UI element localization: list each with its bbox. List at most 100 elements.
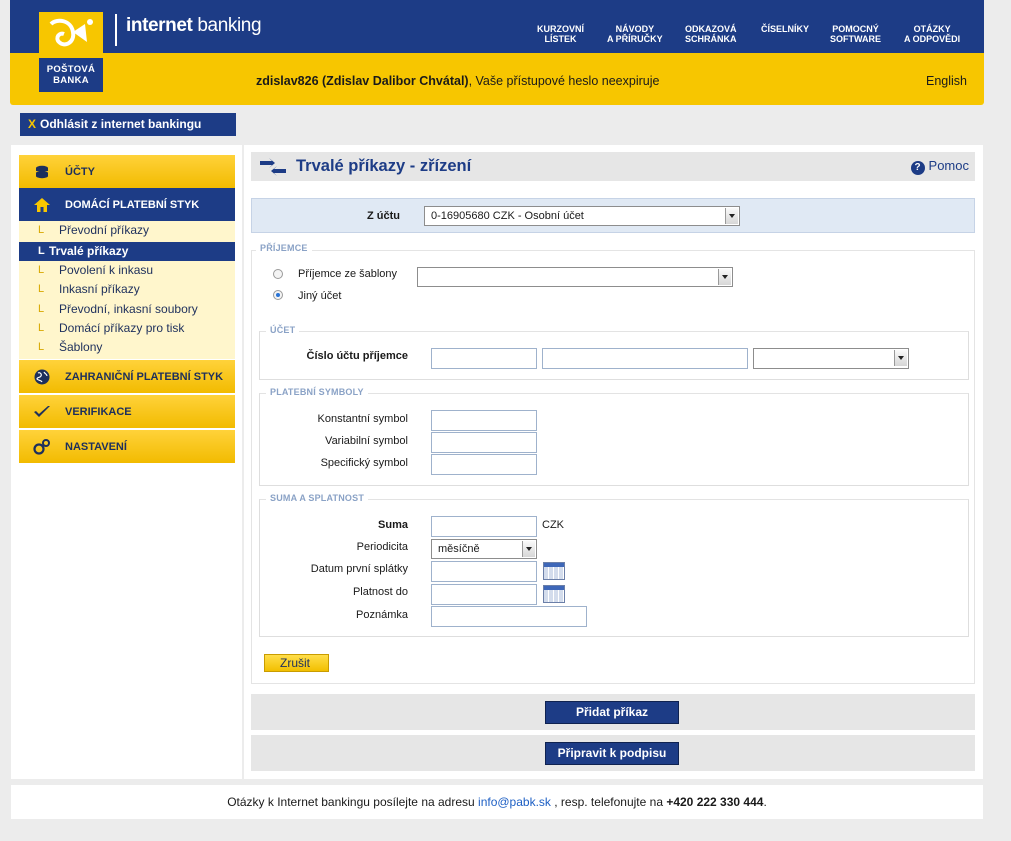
logo-text: POŠTOVÁ BANKA xyxy=(39,58,103,92)
logo-line1: POŠTOVÁ xyxy=(46,64,96,75)
item-marker: L xyxy=(38,322,45,334)
item-marker: L xyxy=(38,224,45,236)
add-order-button[interactable]: Přidat příkaz xyxy=(545,701,679,724)
account-prefix-input[interactable] xyxy=(431,348,537,369)
sidebar: ÚČTY DOMÁCÍ PLATEBNÍ STYK L Převodní přík… xyxy=(11,145,242,779)
first-payment-date-input[interactable] xyxy=(431,561,537,582)
logout-label: Odhlásit z internet bankingu xyxy=(40,117,202,131)
logout-x-icon: X xyxy=(28,117,37,131)
sidebar-item-label: Převodní, inkasní soubory xyxy=(59,302,198,316)
main-panel: Trvalé příkazy - zřízení ? Pomoc Z účtu 0… xyxy=(244,145,983,779)
symbols-fieldset: PLATEBNÍ SYMBOLY Konstantní symbol Varia… xyxy=(259,387,969,486)
item-marker: L xyxy=(38,264,45,276)
user-name: zdislav826 (Zdislav Dalibor Chvátal) xyxy=(256,74,469,88)
sidebar-section-label: DOMÁCÍ PLATEBNÍ STYK xyxy=(65,199,200,211)
sidebar-section-settings[interactable]: NASTAVENÍ xyxy=(19,430,235,463)
logout-button[interactable]: X Odhlásit z internet bankingu xyxy=(20,113,236,136)
coins-icon xyxy=(36,165,48,179)
footer-text-end: . xyxy=(763,795,767,809)
account-legend: ÚČET xyxy=(266,325,300,335)
language-switch[interactable]: English xyxy=(926,74,967,88)
nav-exchange-rates[interactable]: KURZOVNÍ LÍSTEK xyxy=(537,24,584,44)
prepare-for-signing-button[interactable]: Připravit k podpisu xyxy=(545,742,679,765)
post-horn-icon xyxy=(49,18,93,47)
help-link[interactable]: ? Pomoc xyxy=(910,158,969,175)
periodicity-value: měsíčně xyxy=(438,543,480,555)
sidebar-subnav: L Převodní příkazy L Trvalé příkazy L Povol… xyxy=(19,221,235,359)
nav-reference-box[interactable]: ODKAZOVÁ SCHRÁNKA xyxy=(685,24,737,44)
sidebar-section-label: ZAHRANIČNÍ PLATEBNÍ STYK xyxy=(65,371,224,383)
sidebar-item-standing-orders[interactable]: L Trvalé příkazy xyxy=(19,242,235,261)
nav-faq[interactable]: OTÁZKY A ODPOVĚDI xyxy=(904,24,960,44)
valid-until-input[interactable] xyxy=(431,584,537,605)
first-payment-date-label: Datum první splátky xyxy=(310,563,408,575)
periodicity-label: Periodicita xyxy=(356,541,408,553)
calendar-icon[interactable] xyxy=(543,562,565,580)
gears-icon xyxy=(33,439,50,455)
bank-code-select[interactable] xyxy=(753,348,909,369)
item-marker: L xyxy=(38,245,45,257)
other-account-label: Jiný účet xyxy=(298,290,342,302)
brand-divider xyxy=(115,14,117,46)
account-fieldset: ÚČET Číslo účtu příjemce xyxy=(259,325,969,380)
footer-text: Otázky k Internet bankingu posílejte na … xyxy=(227,795,479,809)
sidebar-item-print-orders[interactable]: L Domácí příkazy pro tisk xyxy=(19,319,235,338)
chevron-down-icon xyxy=(718,269,731,285)
recipient-template-select[interactable] xyxy=(417,267,733,287)
constant-symbol-input[interactable] xyxy=(431,410,537,431)
user-info: zdislav826 (Zdislav Dalibor Chvátal), Va… xyxy=(256,74,659,88)
sidebar-item-label: Převodní příkazy xyxy=(59,223,150,237)
brand-bold: internet xyxy=(126,15,193,36)
footer: Otázky k Internet bankingu posílejte na … xyxy=(11,785,983,819)
nav-code-lists[interactable]: ČÍSELNÍKY xyxy=(761,24,809,34)
help-label: Pomoc xyxy=(928,158,969,173)
other-account-radio[interactable] xyxy=(273,290,283,300)
periodicity-select[interactable]: měsíčně xyxy=(431,539,537,559)
recipient-account-label: Číslo účtu příjemce xyxy=(306,350,408,362)
recipient-template-radio[interactable] xyxy=(273,269,283,279)
sidebar-item-label: Domácí příkazy pro tisk xyxy=(59,321,185,335)
page-header: Trvalé příkazy - zřízení ? Pomoc xyxy=(251,152,975,181)
page-title: Trvalé příkazy - zřízení xyxy=(296,157,472,175)
sum-input[interactable] xyxy=(431,516,537,537)
from-account-label: Z účtu xyxy=(367,210,400,222)
add-order-row: Přidat příkaz xyxy=(251,694,975,730)
recipient-template-label: Příjemce ze šablony xyxy=(298,268,398,280)
from-account-value: 0-16905680 CZK - Osobní účet xyxy=(431,210,584,222)
home-icon xyxy=(34,198,50,212)
from-account-select[interactable]: 0-16905680 CZK - Osobní účet xyxy=(424,206,740,226)
help-icon: ? xyxy=(910,161,925,175)
note-label: Poznámka xyxy=(356,609,408,621)
sidebar-item-transfer-orders[interactable]: L Převodní příkazy xyxy=(19,221,235,240)
sidebar-section-accounts[interactable]: ÚČTY xyxy=(19,155,235,188)
cancel-button[interactable]: Zrušit xyxy=(264,654,329,672)
nav-support-software[interactable]: POMOCNÝ SOFTWARE xyxy=(830,24,881,44)
checkmark-icon xyxy=(34,406,50,417)
variable-symbol-input[interactable] xyxy=(431,432,537,453)
specific-symbol-input[interactable] xyxy=(431,454,537,475)
variable-symbol-label: Variabilní symbol xyxy=(325,435,408,447)
brand-rest: banking xyxy=(192,15,262,36)
account-number-input[interactable] xyxy=(542,348,748,369)
sidebar-item-direct-debit-permission[interactable]: L Povolení k inkasu xyxy=(19,261,235,280)
calendar-icon[interactable] xyxy=(543,585,565,603)
sidebar-section-foreign[interactable]: ZAHRANIČNÍ PLATEBNÍ STYK xyxy=(19,360,235,393)
item-marker: L xyxy=(38,303,45,315)
globe-icon xyxy=(34,369,50,385)
footer-email-link[interactable]: info@pabk.sk xyxy=(478,795,551,809)
sidebar-item-order-files[interactable]: L Převodní, inkasní soubory xyxy=(19,300,235,319)
symbols-legend: PLATEBNÍ SYMBOLY xyxy=(266,387,368,397)
constant-symbol-label: Konstantní symbol xyxy=(317,413,409,425)
valid-until-label: Platnost do xyxy=(352,586,408,598)
recipient-legend: PŘÍJEMCE xyxy=(256,243,312,253)
nav-guides[interactable]: NÁVODY A PŘÍRUČKY xyxy=(607,24,663,44)
sidebar-section-domestic[interactable]: DOMÁCÍ PLATEBNÍ STYK xyxy=(19,188,235,222)
postova-banka-logo[interactable]: POŠTOVÁ BANKA xyxy=(39,12,103,92)
sidebar-section-verification[interactable]: VERIFIKACE xyxy=(19,395,235,428)
sidebar-item-collection-orders[interactable]: L Inkasní příkazy xyxy=(19,280,235,299)
item-marker: L xyxy=(38,341,45,353)
amount-fieldset: SUMA A SPLATNOST Suma CZK Periodicita mě… xyxy=(259,493,969,637)
note-input[interactable] xyxy=(431,606,587,627)
sidebar-item-templates[interactable]: L Šablony xyxy=(19,338,235,357)
footer-text-phone: , resp. telefonujte na xyxy=(550,795,667,809)
